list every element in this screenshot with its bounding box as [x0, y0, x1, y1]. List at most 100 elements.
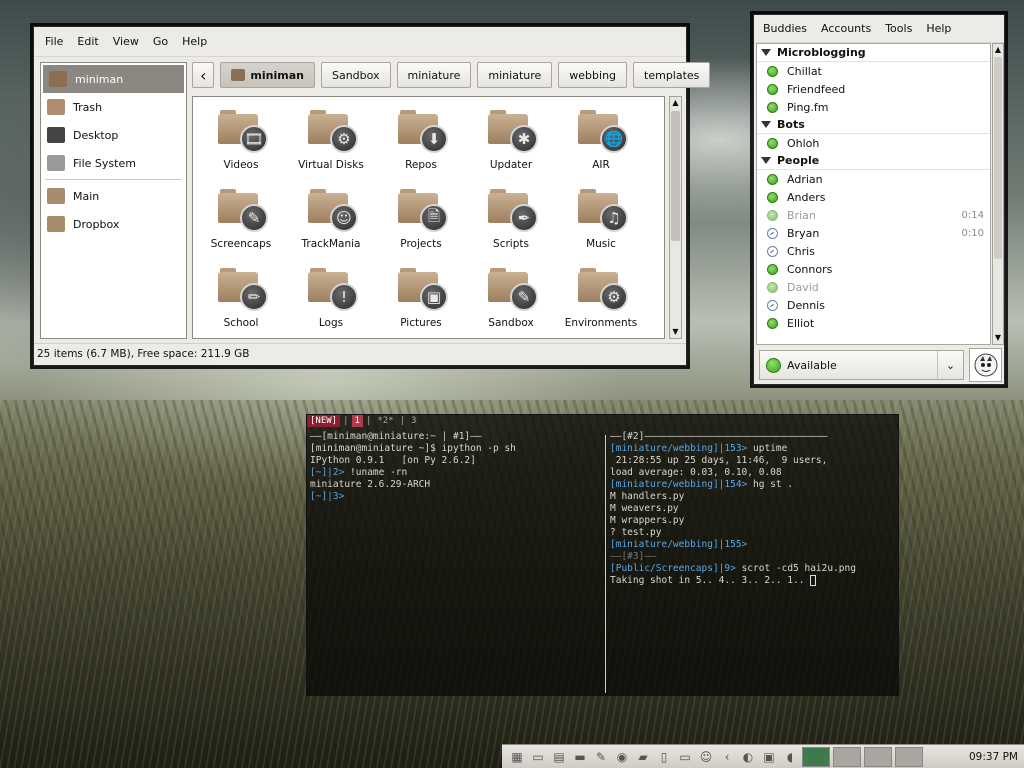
- expander-triangle-icon[interactable]: [761, 157, 771, 164]
- back-chevron-icon[interactable]: ‹: [192, 62, 215, 88]
- screen-tab[interactable]: 3: [408, 415, 419, 427]
- folder-item[interactable]: ☺ TrackMania: [286, 184, 376, 263]
- menu-go[interactable]: Go: [146, 35, 175, 48]
- scroll-up-arrow-icon[interactable]: ▲: [670, 97, 681, 109]
- bookmark-main[interactable]: Main: [41, 182, 186, 210]
- path-button[interactable]: miniman: [220, 62, 315, 88]
- buddy-row[interactable]: Chillat: [757, 62, 990, 80]
- folder-label: Sandbox: [488, 317, 534, 329]
- buddy-list-scrollbar[interactable]: ▲ ▼: [992, 43, 1004, 345]
- screen-tab[interactable]: 1: [351, 415, 363, 427]
- menu-help[interactable]: Help: [919, 22, 958, 35]
- menu-help[interactable]: Help: [175, 35, 214, 48]
- buddy-row[interactable]: Chris: [757, 242, 990, 260]
- buddy-row[interactable]: Anders: [757, 188, 990, 206]
- bookmark-dropbox[interactable]: Dropbox: [41, 210, 186, 238]
- folder-item[interactable]: ⚙ Virtual Disks: [286, 105, 376, 184]
- buddy-row[interactable]: Adrian: [757, 170, 990, 188]
- place-file-system[interactable]: File System: [41, 149, 186, 177]
- group-header[interactable]: People: [757, 152, 990, 170]
- menu-tools[interactable]: Tools: [878, 22, 919, 35]
- folder-item[interactable]: 🗎 Projects: [376, 184, 466, 263]
- scroll-down-arrow-icon[interactable]: ▼: [670, 326, 681, 338]
- available-status-icon: [766, 357, 781, 373]
- folder-item[interactable]: ▣ Pictures: [376, 263, 466, 338]
- scroll-thumb[interactable]: [994, 57, 1002, 259]
- menu-edit[interactable]: Edit: [70, 35, 105, 48]
- path-button[interactable]: webbing: [558, 62, 628, 88]
- buddy-name: Dennis: [787, 298, 825, 312]
- window-icon[interactable]: ▭: [529, 748, 547, 766]
- scroll-thumb[interactable]: [671, 111, 680, 241]
- menu-view[interactable]: View: [106, 35, 146, 48]
- harddisk-icon: [47, 155, 65, 171]
- terminal-pane-left[interactable]: ——[miniman@miniature:~ | #1]—— [miniman@m…: [307, 431, 603, 503]
- folder-item[interactable]: ⚙ Environments: [556, 263, 646, 338]
- screen-tab[interactable]: [NEW]: [307, 415, 341, 427]
- path-button[interactable]: miniature: [396, 62, 472, 88]
- expander-triangle-icon[interactable]: [761, 49, 771, 56]
- folder-item[interactable]: ! Logs: [286, 263, 376, 338]
- chevron-down-icon[interactable]: ⌄: [937, 351, 963, 379]
- folder-item[interactable]: ⬇ Repos: [376, 105, 466, 184]
- buddy-row[interactable]: Friendfeed: [757, 80, 990, 98]
- scroll-up-arrow-icon[interactable]: ▲: [993, 44, 1003, 56]
- film-icon[interactable]: ▦: [508, 748, 526, 766]
- path-button[interactable]: miniature: [477, 62, 553, 88]
- terminal-line: M weavers.py: [610, 503, 679, 514]
- document-icon[interactable]: ▯: [655, 748, 673, 766]
- buddy-row[interactable]: Brian 0:14: [757, 206, 990, 224]
- scroll-down-arrow-icon[interactable]: ▼: [993, 332, 1003, 344]
- buddy-name: Chillat: [787, 64, 822, 78]
- buddy-row[interactable]: Dennis: [757, 296, 990, 314]
- folder-item[interactable]: ✱ Updater: [466, 105, 556, 184]
- folder-item[interactable]: ♫ Music: [556, 184, 646, 263]
- menu-buddies[interactable]: Buddies: [756, 22, 814, 35]
- volume-icon[interactable]: ◖: [781, 748, 799, 766]
- path-button[interactable]: templates: [633, 62, 711, 88]
- prompt: [Public/Screencaps]|9>: [610, 563, 736, 574]
- folder-icon[interactable]: ▰: [634, 748, 652, 766]
- buddy-row[interactable]: Connors: [757, 260, 990, 278]
- browser-icon[interactable]: ◉: [613, 748, 631, 766]
- folder-item[interactable]: ✎ Screencaps: [196, 184, 286, 263]
- terminal-icon[interactable]: ▬: [571, 748, 589, 766]
- folder-item[interactable]: 🎞 Videos: [196, 105, 286, 184]
- buddy-row[interactable]: Bryan 0:10: [757, 224, 990, 242]
- chevron-left-icon[interactable]: ‹: [718, 748, 736, 766]
- terminal-window[interactable]: [NEW] | 1 | *2* | 3 ——[miniman@miniature:~ | #…: [306, 414, 899, 696]
- buddy-icon-button[interactable]: [969, 348, 1002, 382]
- network-icon[interactable]: ◐: [739, 748, 757, 766]
- screen-icon[interactable]: ▤: [550, 748, 568, 766]
- buddy-row[interactable]: Ohloh: [757, 134, 990, 152]
- place-miniman[interactable]: miniman: [43, 65, 184, 93]
- screen-tab[interactable]: *2*: [374, 415, 396, 427]
- folder-item[interactable]: ✎ Sandbox: [466, 263, 556, 338]
- workspace-1[interactable]: [802, 746, 830, 767]
- folder-item[interactable]: ✏ School: [196, 263, 286, 338]
- workspace-4[interactable]: [895, 746, 923, 767]
- status-selector[interactable]: Available ⌄: [759, 350, 964, 380]
- group-header[interactable]: Microblogging: [757, 44, 990, 62]
- window-list-icon[interactable]: ▭: [676, 748, 694, 766]
- place-trash[interactable]: Trash: [41, 93, 186, 121]
- place-desktop[interactable]: Desktop: [41, 121, 186, 149]
- usb-icon[interactable]: ▣: [760, 748, 778, 766]
- clock[interactable]: 09:37 PM: [969, 751, 1024, 763]
- edit-icon[interactable]: ✎: [592, 748, 610, 766]
- workspace-3[interactable]: [864, 746, 892, 767]
- workspace-2[interactable]: [833, 746, 861, 767]
- buddy-row[interactable]: Ping.fm: [757, 98, 990, 116]
- group-header[interactable]: Bots: [757, 116, 990, 134]
- path-button[interactable]: Sandbox: [320, 62, 391, 88]
- expander-triangle-icon[interactable]: [761, 121, 771, 128]
- folder-item[interactable]: 🌐 AIR: [556, 105, 646, 184]
- menu-accounts[interactable]: Accounts: [814, 22, 878, 35]
- chat-icon[interactable]: ☺: [697, 748, 715, 766]
- buddy-row[interactable]: David: [757, 278, 990, 296]
- terminal-pane-right[interactable]: ——[#2]———————————————————————————————— [m…: [607, 431, 897, 587]
- folder-item[interactable]: ✒ Scripts: [466, 184, 556, 263]
- icon-view-scrollbar[interactable]: ▲ ▼: [669, 96, 682, 339]
- buddy-row[interactable]: Elliot: [757, 314, 990, 332]
- menu-file[interactable]: File: [38, 35, 70, 48]
